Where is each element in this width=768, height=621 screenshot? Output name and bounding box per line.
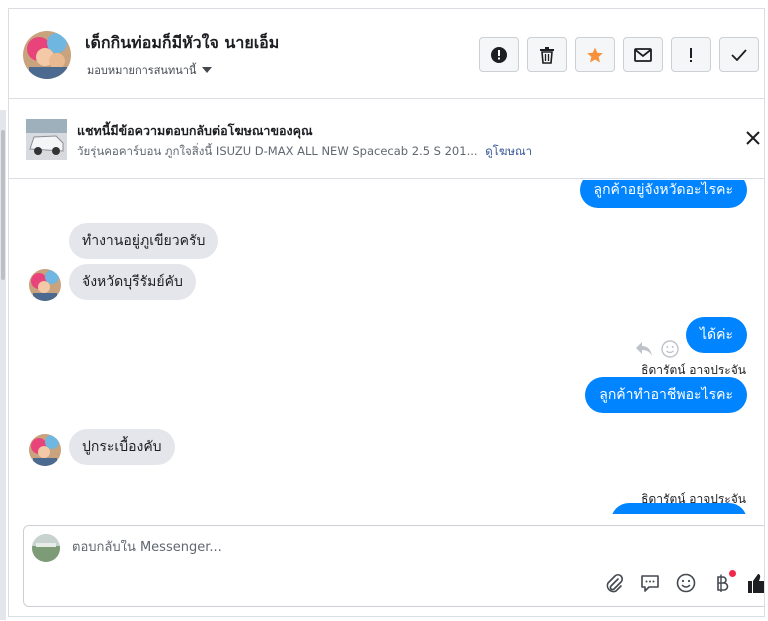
contact-avatar[interactable] xyxy=(23,31,71,79)
emoji-reaction-icon[interactable] xyxy=(661,340,679,358)
star-button[interactable] xyxy=(575,37,615,72)
page-avatar xyxy=(32,534,60,562)
mark-unread-button[interactable] xyxy=(623,37,663,72)
contact-name[interactable]: เด็กกินท่อมก็มีหัวใจ นายเอ็ม xyxy=(85,31,279,56)
trash-icon xyxy=(540,46,554,64)
outgoing-message[interactable]: ลูกค้าทำอาชีพอะไรคะ xyxy=(585,377,747,413)
spam-button[interactable] xyxy=(479,37,519,72)
reply-input[interactable] xyxy=(72,540,672,555)
view-ad-link[interactable]: ดูโฆษณา xyxy=(485,144,532,158)
ad-banner-title: แชทนี้มีข้อความตอบกลับต่อโฆษณาของคุณ xyxy=(77,123,313,138)
conversation-header: เด็กกินท่อมก็มีหัวใจ นายเอ็ม มอบหมายการส… xyxy=(9,9,764,99)
conversation-panel: เด็กกินท่อมก็มีหัวใจ นายเอ็ม มอบหมายการส… xyxy=(8,8,765,617)
check-icon xyxy=(731,48,747,61)
outgoing-message[interactable]: ได้ค่ะ xyxy=(685,317,747,353)
assign-label: มอบหมายการสนทนานี้ xyxy=(87,64,197,77)
delete-button[interactable] xyxy=(527,37,567,72)
ad-description: วัยรุ่นคอคาร์บอน ภูกใจสิ่งนี้ ISUZU D-MA… xyxy=(77,144,478,158)
chevron-down-icon xyxy=(202,67,213,73)
message-thread: ลูกค้าอยู่จังหวัดอะไรคะ ทำงานอยู่ภูเขียว… xyxy=(9,180,764,514)
ad-reply-banner: แชทนี้มีข้อความตอบกลับต่อโฆษณาของคุณ วัย… xyxy=(9,99,764,179)
baht-icon xyxy=(717,574,729,592)
scrollbar[interactable] xyxy=(0,110,6,620)
reply-icon[interactable] xyxy=(635,341,653,357)
envelope-icon xyxy=(634,47,652,62)
reply-composer xyxy=(23,525,764,607)
ad-thumbnail[interactable] xyxy=(26,119,67,160)
incoming-message[interactable]: ทำงานอยู่ภูเขียวครับ xyxy=(69,223,219,259)
ad-banner-subtitle: วัยรุ่นคอคาร์บอน ภูกใจสิ่งนี้ ISUZU D-MA… xyxy=(77,143,532,161)
assign-conversation-dropdown[interactable]: มอบหมายการสนทนานี้ xyxy=(87,61,213,79)
payment-button[interactable] xyxy=(711,570,736,594)
star-icon xyxy=(587,47,603,62)
outgoing-message[interactable]: ลูกค้าอยู่จังหวัดอะไรคะ xyxy=(579,180,747,208)
incoming-message[interactable]: ปูกระเบื้องคับ xyxy=(69,429,175,465)
thumbs-up-icon xyxy=(748,574,764,593)
emoji-icon xyxy=(676,573,696,593)
contact-avatar-small xyxy=(29,434,61,466)
composer-tools xyxy=(603,570,764,594)
contact-avatar-small xyxy=(29,269,61,301)
exclamation-icon xyxy=(690,47,692,62)
alert-circle-icon xyxy=(491,46,507,63)
scrollbar-thumb[interactable] xyxy=(1,130,5,280)
like-button[interactable] xyxy=(747,572,764,594)
chat-bubble-icon xyxy=(641,575,659,592)
message-actions xyxy=(635,340,679,358)
close-icon xyxy=(746,131,760,145)
outgoing-message-partial[interactable] xyxy=(611,503,747,514)
done-button[interactable] xyxy=(719,37,759,72)
saved-replies-button[interactable] xyxy=(639,572,661,594)
notification-dot xyxy=(729,570,736,577)
paperclip-icon xyxy=(606,573,624,593)
attach-button[interactable] xyxy=(603,572,625,594)
emoji-button[interactable] xyxy=(675,572,697,594)
follow-up-button[interactable] xyxy=(671,37,711,72)
header-actions xyxy=(479,37,759,72)
incoming-message[interactable]: จังหวัดบุรีรัมย์คับ xyxy=(69,264,196,300)
close-banner-button[interactable] xyxy=(744,129,762,147)
